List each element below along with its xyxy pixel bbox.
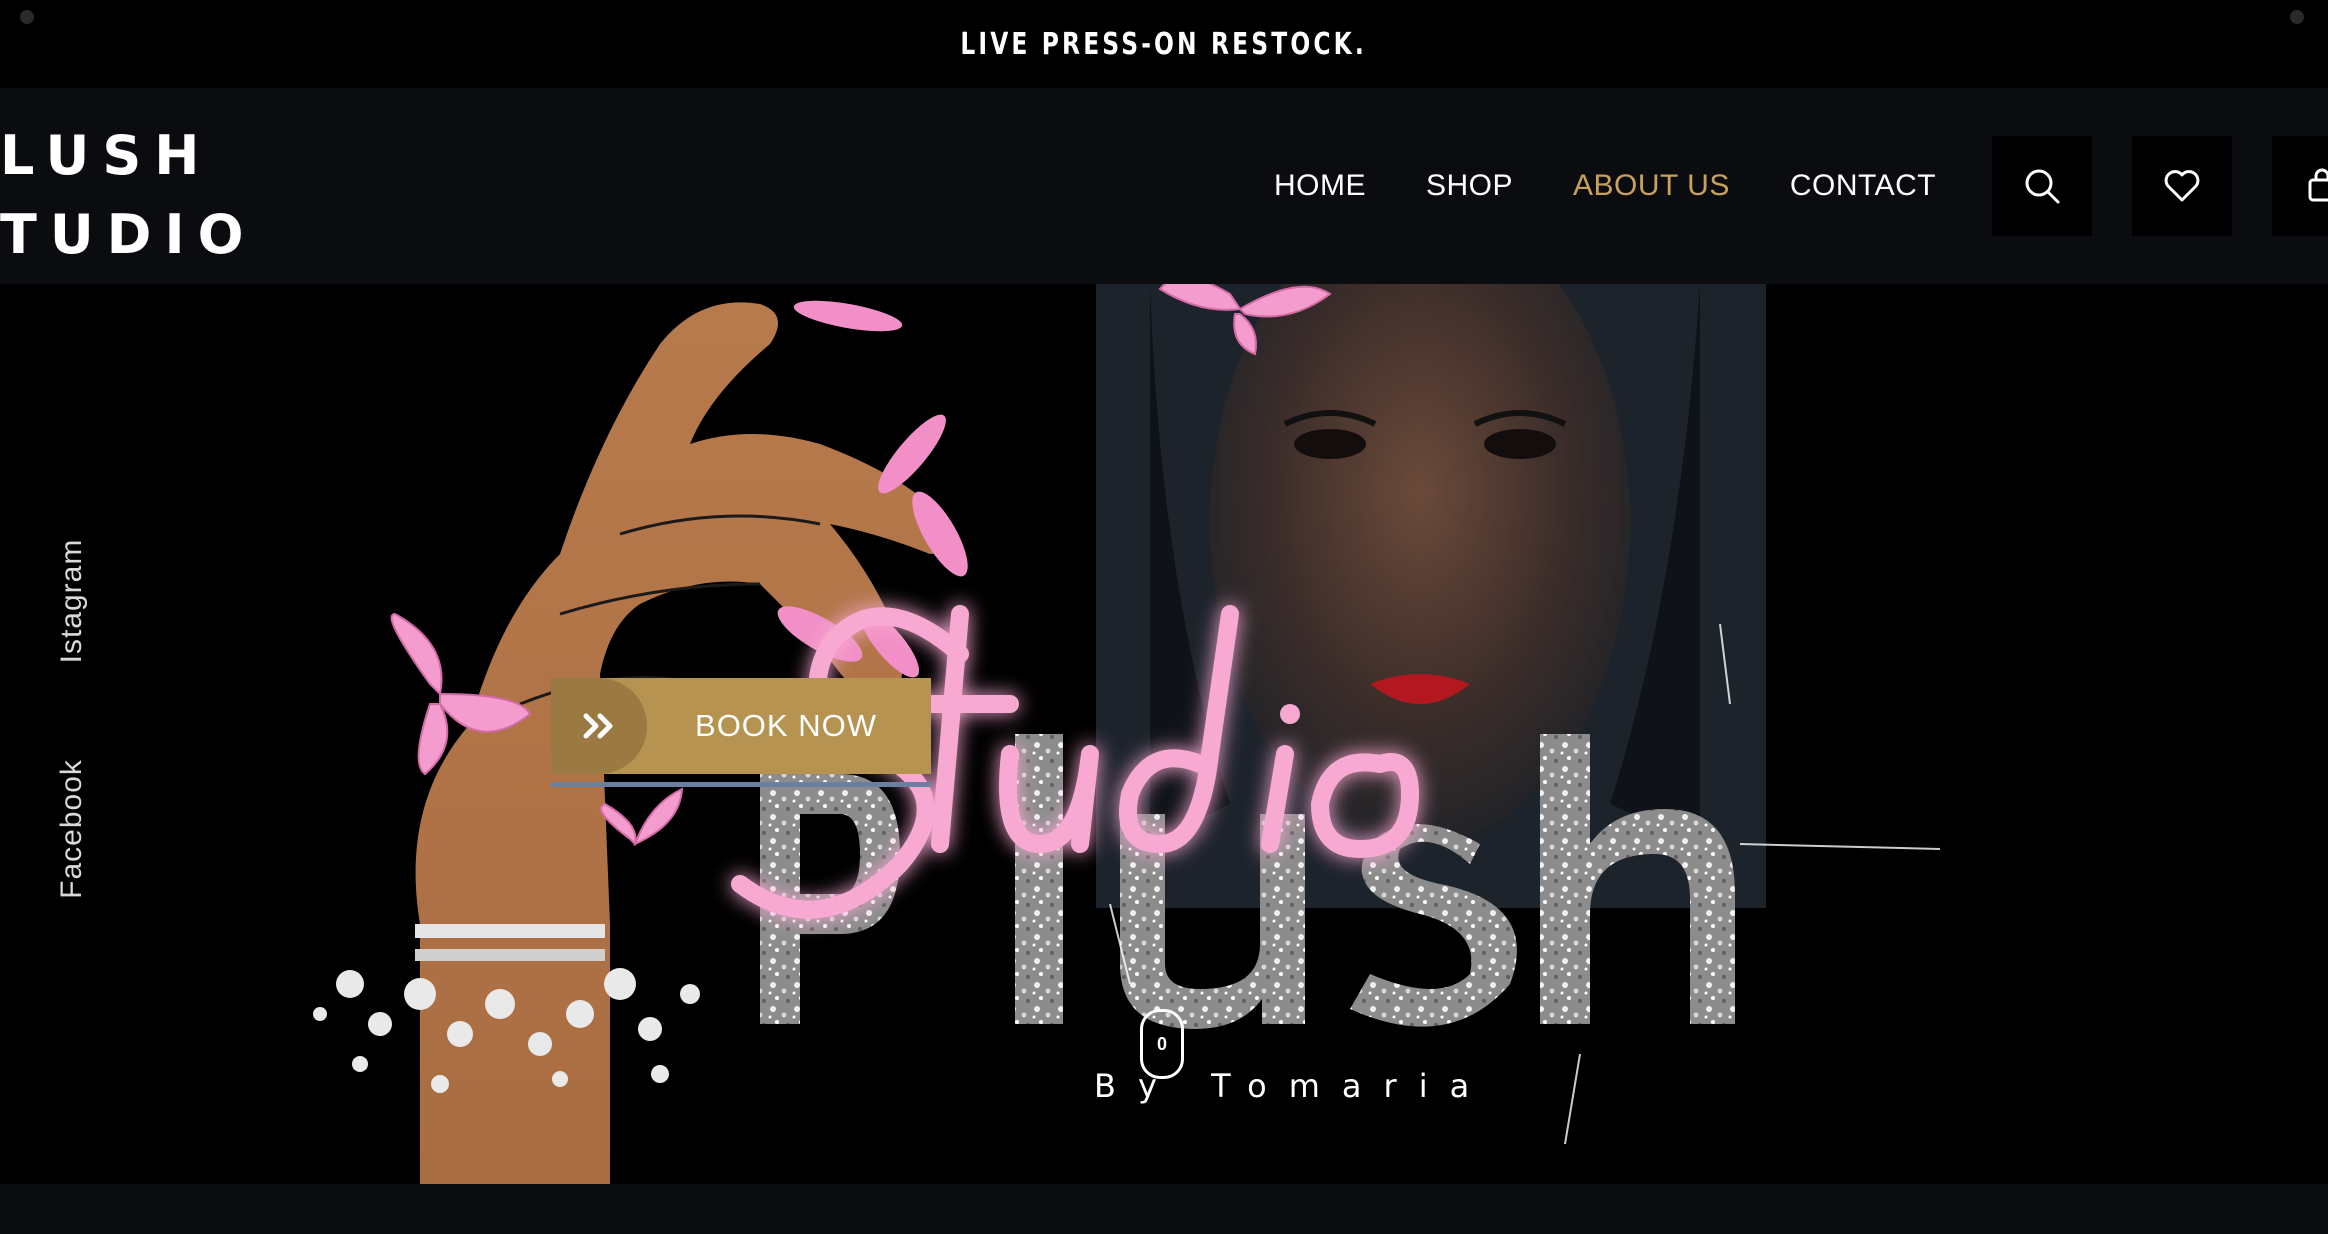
search-icon — [2025, 169, 2060, 204]
script-dot — [1280, 704, 1300, 724]
search-button[interactable] — [1992, 136, 2092, 236]
cart-icon — [2308, 168, 2328, 202]
book-now-label: BOOK NOW — [695, 708, 877, 743]
book-now-button[interactable]: BOOK NOW — [551, 678, 931, 774]
main-nav: HOME SHOP ABOUT US CONTACT — [1274, 88, 1936, 284]
nav-shop[interactable]: SHOP — [1426, 169, 1513, 203]
corner-dot-left — [20, 10, 34, 24]
announcement-text: LIVE PRESS-ON RESTOCK. — [960, 26, 1368, 62]
cart-button[interactable] — [2272, 136, 2328, 236]
corner-dot-right — [2290, 10, 2304, 24]
double-chevron-right-icon — [551, 678, 647, 774]
announcement-bar: LIVE PRESS-ON RESTOCK. — [0, 0, 2328, 88]
page-bottom-strip — [0, 1184, 2328, 1234]
nav-about-us[interactable]: ABOUT US — [1573, 169, 1730, 203]
hero-byline: By Tomaria — [1094, 1067, 1492, 1105]
nav-contact[interactable]: CONTACT — [1790, 169, 1936, 203]
logo-line-2: TUDIO — [0, 203, 257, 266]
social-link-instagram[interactable]: Istagram — [55, 539, 89, 664]
wishlist-button[interactable] — [2132, 136, 2232, 236]
logo-line-1: LUSH — [0, 124, 213, 187]
heart-icon — [2164, 170, 2200, 202]
hero-section: Istagram Facebook BOOK NOW 0 By Tomaria — [0, 284, 2328, 1184]
nav-home[interactable]: HOME — [1274, 169, 1366, 203]
site-header: LUSH TUDIO HOME SHOP ABOUT US CONTACT — [0, 88, 2328, 284]
site-logo[interactable]: LUSH TUDIO — [0, 116, 257, 274]
social-link-facebook[interactable]: Facebook — [55, 759, 89, 899]
book-button-underline — [551, 782, 931, 787]
